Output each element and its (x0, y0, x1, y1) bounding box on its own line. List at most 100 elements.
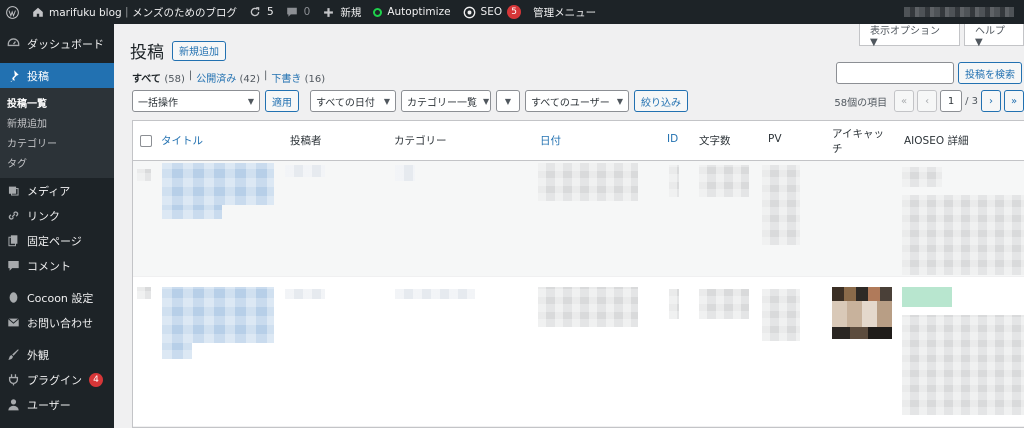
home-icon (31, 6, 44, 19)
add-new-post-button[interactable]: 新規追加 (172, 40, 226, 61)
bulk-action-select[interactable]: 一括操作 ▼ (132, 90, 260, 112)
user-filter-select[interactable]: すべてのユーザー ▼ (525, 90, 629, 112)
dashboard-icon (6, 37, 20, 51)
current-page-input[interactable]: 1 (940, 90, 963, 112)
submenu-tags[interactable]: タグ (0, 152, 114, 172)
row-checkbox-blurred[interactable] (137, 169, 151, 181)
table-row[interactable] (133, 161, 1024, 277)
comments-link[interactable]: 0 (280, 0, 317, 24)
admin-bar: marifuku blog｜メンズのためのブログ 5 0 新規 Autoptim… (0, 0, 1024, 24)
first-page-button: « (894, 90, 915, 112)
autoptimize-link[interactable]: Autoptimize (367, 0, 456, 24)
admin-sidebar: ダッシュボード 投稿 投稿一覧 新規追加 カテゴリー タグ メディア リンク 固… (0, 24, 114, 428)
pagination: 58個の項目 « ‹ 1 / 3 › » (834, 90, 1024, 112)
select-all-checkbox[interactable] (140, 135, 152, 147)
date-blurred (538, 287, 638, 327)
eyecatch-thumbnail (832, 327, 892, 339)
prev-page-button: ‹ (917, 90, 938, 112)
new-content-link[interactable]: 新規 (316, 0, 367, 24)
sidebar-item-users[interactable]: ユーザー (0, 392, 114, 417)
apply-button[interactable]: 適用 (265, 90, 299, 112)
post-title-blurred[interactable] (162, 163, 274, 205)
search-input[interactable] (836, 62, 954, 84)
items-count: 58個の項目 (834, 97, 888, 109)
comment-icon (6, 259, 20, 273)
user-account-link[interactable] (898, 0, 1024, 24)
last-page-button[interactable]: » (1004, 90, 1024, 112)
filter-draft[interactable]: 下書き (16) (271, 70, 325, 85)
autoptimize-label: Autoptimize (387, 6, 451, 18)
aioseo-details-blurred (902, 195, 1024, 275)
sidebar-item-comments[interactable]: コメント (0, 253, 114, 278)
sidebar-item-cocoon[interactable]: Cocoon 設定 (0, 285, 114, 310)
seo-label: SEO (480, 6, 503, 18)
column-id[interactable]: ID (667, 133, 678, 145)
date-filter-select[interactable]: すべての日付 ▼ (310, 90, 396, 112)
sidebar-item-label: ユーザー (27, 398, 71, 412)
word-count-blurred (699, 165, 749, 197)
table-row[interactable] (133, 277, 1024, 427)
date-blurred (538, 163, 638, 201)
extra-filter-select[interactable]: ▼ (496, 90, 520, 112)
submenu-all-posts[interactable]: 投稿一覧 (0, 92, 114, 112)
post-id-blurred (669, 165, 679, 197)
author-blurred[interactable] (285, 289, 325, 299)
submenu-add-new[interactable]: 新規追加 (0, 112, 114, 132)
posts-table: タイトル 投稿者 カテゴリー 日付 ID 文字数 PV アイキャッチ AIOSE… (132, 120, 1024, 428)
author-blurred[interactable] (285, 165, 325, 177)
next-page-button[interactable]: › (981, 90, 1001, 112)
sidebar-item-pages[interactable]: 固定ページ (0, 228, 114, 253)
table-nav-top: 一括操作 ▼ 適用 すべての日付 ▼ カテゴリー一覧 ▼ ▼ すべてのユーザー … (132, 90, 1024, 112)
status-filter-links: すべて (58) | 公開済み (42) | 下書き (16) (132, 70, 325, 85)
column-eyecatch: アイキャッチ (832, 128, 884, 155)
admin-menu-label: 管理メニュー (533, 6, 597, 19)
column-word-count: 文字数 (699, 135, 731, 147)
column-date[interactable]: 日付 (540, 133, 561, 148)
chevron-down-icon: ▼ (247, 96, 254, 106)
column-title[interactable]: タイトル (161, 133, 203, 148)
sidebar-item-dashboard[interactable]: ダッシュボード (0, 31, 114, 56)
plugin-icon (6, 373, 20, 387)
sidebar-item-label: コメント (27, 259, 71, 273)
sidebar-item-label: プラグイン (27, 373, 82, 387)
admin-menu-link[interactable]: 管理メニュー (527, 0, 602, 24)
mail-icon (6, 316, 20, 330)
sidebar-item-label: ダッシュボード (27, 37, 104, 51)
sidebar-item-posts[interactable]: 投稿 (0, 63, 114, 88)
post-title-blurred[interactable] (162, 287, 274, 343)
filter-all[interactable]: すべて (58) (132, 70, 185, 85)
column-aioseo: AIOSEO 詳細 (904, 135, 969, 147)
updates-link[interactable]: 5 (243, 0, 280, 24)
seo-link[interactable]: SEO 5 (457, 0, 528, 24)
filter-button[interactable]: 絞り込み (634, 90, 688, 112)
post-id-blurred (669, 289, 679, 319)
bulk-action-value: 一括操作 (138, 97, 178, 109)
post-title-blurred[interactable] (162, 343, 192, 359)
sidebar-item-media[interactable]: メディア (0, 178, 114, 203)
help-button[interactable]: ヘルプ ▼ (964, 24, 1024, 48)
post-title-blurred[interactable] (162, 205, 222, 219)
seo-badge: 5 (507, 5, 522, 19)
screen-options-button[interactable]: 表示オプション ▼ (859, 24, 960, 48)
sidebar-item-label: メディア (27, 184, 71, 198)
row-checkbox-blurred[interactable] (137, 287, 151, 299)
sidebar-item-plugins[interactable]: プラグイン 4 (0, 367, 114, 392)
date-filter-value: すべての日付 (316, 97, 375, 109)
site-name: marifuku blog｜メンズのためのブログ (49, 6, 237, 19)
category-blurred[interactable] (395, 165, 415, 181)
sidebar-item-appearance[interactable]: 外観 (0, 342, 114, 367)
submenu-categories[interactable]: カテゴリー (0, 132, 114, 152)
refresh-icon (249, 6, 262, 19)
category-blurred[interactable] (395, 289, 475, 299)
sidebar-item-label: 投稿 (27, 69, 49, 83)
wp-logo[interactable] (0, 0, 25, 24)
chevron-down-icon: ▼ (483, 96, 490, 106)
search-posts-button[interactable]: 投稿を検索 (958, 62, 1022, 84)
filter-separator: | (264, 70, 268, 81)
filter-published[interactable]: 公開済み (42) (196, 70, 260, 85)
category-filter-select[interactable]: カテゴリー一覧 ▼ (401, 90, 491, 112)
sidebar-item-links[interactable]: リンク (0, 203, 114, 228)
site-name-link[interactable]: marifuku blog｜メンズのためのブログ (25, 0, 243, 24)
sidebar-item-contact[interactable]: お問い合わせ (0, 310, 114, 335)
comments-count: 0 (303, 6, 311, 18)
